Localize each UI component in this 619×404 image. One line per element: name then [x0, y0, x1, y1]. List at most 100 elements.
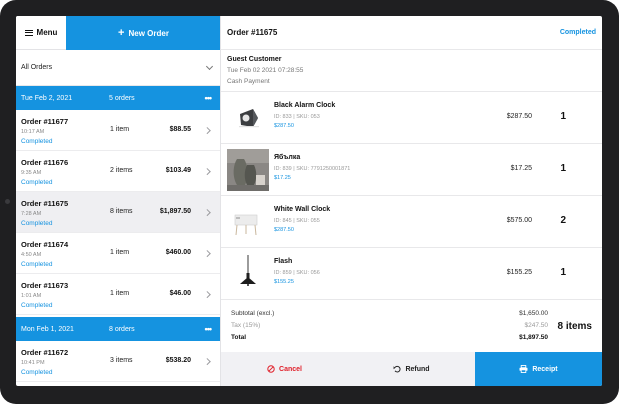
- left-toolbar: Menu + New Order: [16, 16, 220, 50]
- line-total: $575.00: [506, 217, 532, 224]
- product-meta: ID: 833 | SKU: 053: [274, 114, 320, 120]
- line-item[interactable]: White Wall Clock ID: 845 | SKU: 055 $287…: [221, 196, 602, 248]
- group-date: Mon Feb 1, 2021: [21, 325, 74, 333]
- order-number: Order #11675: [21, 199, 69, 208]
- order-number: Order #11672: [21, 348, 69, 357]
- product-meta: ID: 859 | SKU: 056: [274, 270, 320, 276]
- order-amount: $460.00: [165, 249, 191, 256]
- orders-filter-select[interactable]: All Orders: [16, 50, 220, 86]
- orders-panel: Menu + New Order All Orders Tue Feb 2, 2…: [16, 16, 221, 386]
- refund-button[interactable]: Refund: [348, 352, 475, 386]
- line-total: $287.50: [506, 113, 532, 120]
- order-detail-panel: Order #11675 Completed Guest Customer Tu…: [221, 16, 602, 386]
- receipt-button[interactable]: Receipt: [475, 352, 602, 386]
- group-date: Tue Feb 2, 2021: [21, 94, 73, 102]
- printer-icon: [519, 365, 528, 373]
- cancel-button[interactable]: Cancel: [221, 352, 348, 386]
- screen: Menu + New Order All Orders Tue Feb 2, 2…: [16, 16, 602, 386]
- new-order-label: New Order: [128, 28, 169, 38]
- product-meta: ID: 839 | SKU: 7791250001871: [274, 166, 351, 172]
- product-thumbnail: [227, 149, 269, 191]
- order-datetime: Tue Feb 02 2021 07:28:55: [227, 67, 304, 74]
- order-list-item[interactable]: Order #11672 10:41 PM Completed 3 items …: [16, 341, 220, 382]
- day-group-header: Mon Feb 1, 2021 8 orders •••: [16, 317, 220, 341]
- chevron-down-icon: [205, 62, 214, 70]
- total-label: Total: [231, 334, 247, 341]
- chevron-right-icon: [203, 209, 210, 216]
- order-time: 10:17 AM: [21, 129, 45, 135]
- order-time: 1:01 AM: [21, 293, 42, 299]
- line-total: $155.25: [506, 269, 532, 276]
- items-count: 8 items: [557, 321, 592, 332]
- product-thumbnail: [227, 253, 269, 295]
- total-row: Total $1,897.50: [231, 334, 548, 341]
- product-name: Ябълка: [274, 154, 301, 161]
- line-item[interactable]: Black Alarm Clock ID: 833 | SKU: 053 $28…: [221, 92, 602, 144]
- order-list-item[interactable]: Order #11677 10:17 AM Completed 1 item $…: [16, 110, 220, 151]
- order-list-item[interactable]: Order #11674 4:50 AM Completed 1 item $4…: [16, 233, 220, 274]
- receipt-label: Receipt: [532, 365, 558, 373]
- product-unit-price: $17.25: [274, 175, 291, 181]
- detail-status: Completed: [559, 29, 596, 36]
- order-status: Completed: [21, 179, 53, 186]
- menu-button[interactable]: Menu: [16, 16, 66, 50]
- order-amount: $88.55: [169, 126, 191, 133]
- tax-value: $247.50: [524, 322, 549, 329]
- subtotal-label: Subtotal (excl.): [231, 310, 275, 317]
- order-items: 1 item: [110, 126, 130, 133]
- chevron-right-icon: [203, 358, 210, 365]
- order-time: 7:28 AM: [21, 211, 42, 217]
- menu-label: Menu: [36, 28, 58, 37]
- order-list-item[interactable]: Order #11676 9:35 AM Completed 2 items $…: [16, 151, 220, 192]
- order-list-item-selected[interactable]: Order #11675 7:28 AM Completed 8 items $…: [16, 192, 220, 233]
- product-unit-price: $155.25: [274, 279, 294, 285]
- camera-dot: [5, 199, 10, 204]
- tablet-frame: Menu + New Order All Orders Tue Feb 2, 2…: [0, 0, 619, 404]
- order-number: Order #11673: [21, 281, 69, 290]
- new-order-button[interactable]: + New Order: [66, 16, 220, 50]
- day-group-header: Tue Feb 2, 2021 5 orders •••: [16, 86, 220, 110]
- total-value: $1,897.50: [519, 334, 548, 341]
- product-meta: ID: 845 | SKU: 055: [274, 218, 320, 224]
- order-items: 8 items: [110, 208, 133, 215]
- chevron-right-icon: [203, 250, 210, 257]
- more-options-icon[interactable]: •••: [205, 93, 213, 103]
- order-status: Completed: [21, 220, 53, 227]
- cancel-icon: [267, 365, 275, 373]
- order-time: 4:50 AM: [21, 252, 42, 258]
- order-time: 10:41 PM: [21, 360, 45, 366]
- alarm-clock-image: [227, 97, 269, 139]
- order-amount: $538.20: [165, 357, 191, 364]
- line-item[interactable]: Flash ID: 859 | SKU: 056 $155.25 $155.25…: [221, 248, 602, 300]
- order-number: Order #11676: [21, 158, 69, 167]
- order-status: Completed: [21, 369, 53, 376]
- order-items: 1 item: [110, 290, 130, 297]
- side-table-image: [227, 201, 269, 243]
- line-quantity: 1: [560, 111, 566, 122]
- order-time: 9:35 AM: [21, 170, 42, 176]
- chevron-right-icon: [203, 127, 210, 134]
- product-name: Flash: [274, 258, 293, 265]
- product-unit-price: $287.50: [274, 123, 294, 129]
- line-quantity: 2: [560, 215, 566, 226]
- customer-name: Guest Customer: [227, 56, 282, 63]
- group-count: 8 orders: [109, 325, 135, 333]
- product-unit-price: $287.50: [274, 227, 294, 233]
- cancel-label: Cancel: [279, 365, 302, 373]
- order-status: Completed: [21, 261, 53, 268]
- payment-method: Cash Payment: [227, 78, 270, 85]
- plus-icon: +: [118, 26, 125, 39]
- order-items: 1 item: [110, 249, 130, 256]
- line-quantity: 1: [560, 163, 566, 174]
- pendant-lamp-image: [227, 253, 269, 295]
- detail-title: Order #11675: [227, 28, 278, 37]
- order-items: 3 items: [110, 357, 133, 364]
- hamburger-icon: [24, 29, 33, 36]
- line-item[interactable]: Ябълка ID: 839 | SKU: 7791250001871 $17.…: [221, 144, 602, 196]
- more-options-icon[interactable]: •••: [205, 324, 213, 334]
- order-list-item[interactable]: Order #11673 1:01 AM Completed 1 item $4…: [16, 274, 220, 315]
- product-name: Black Alarm Clock: [274, 102, 336, 109]
- tax-row: Tax (15%) $247.50: [231, 322, 548, 329]
- order-number: Order #11674: [21, 240, 69, 249]
- undo-icon: [394, 365, 401, 373]
